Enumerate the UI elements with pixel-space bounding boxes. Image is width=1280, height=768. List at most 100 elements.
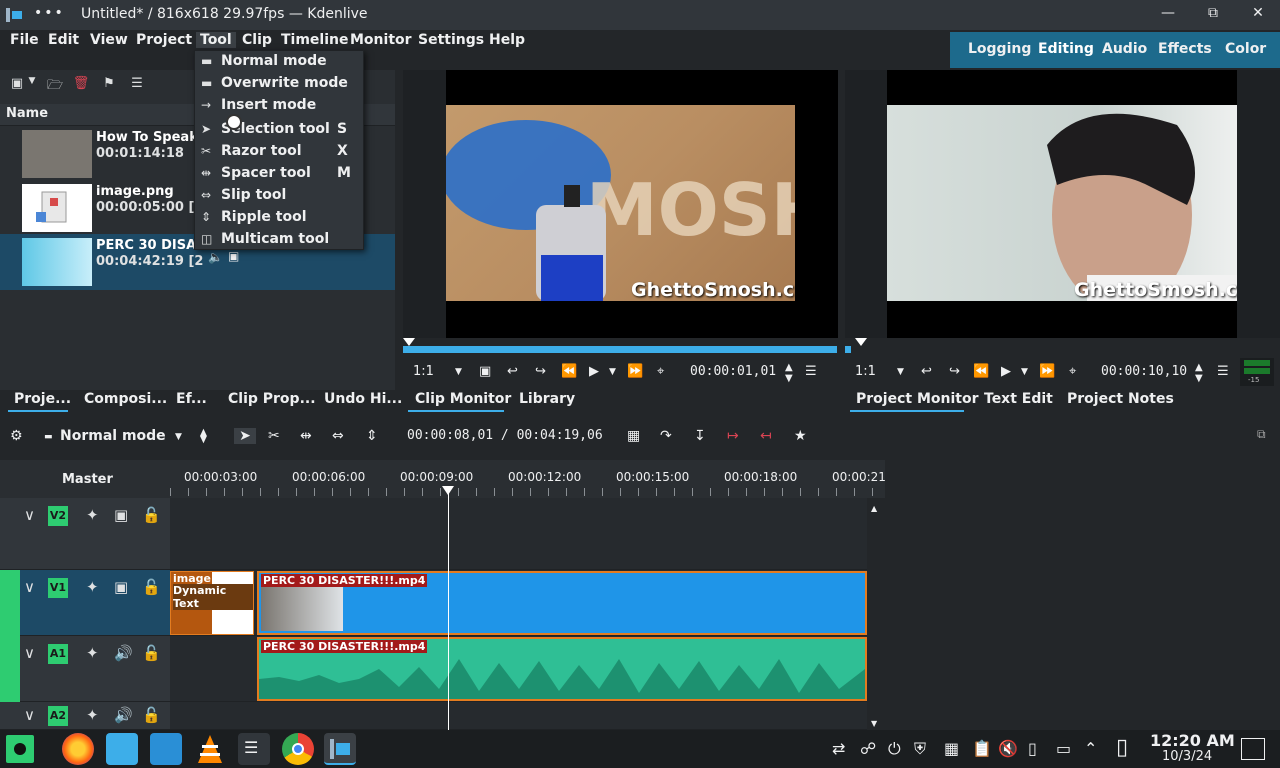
selection-tool-icon[interactable]: ➤ <box>234 428 256 444</box>
collapse-icon[interactable]: ∨ <box>24 506 35 524</box>
timeline-position[interactable]: 00:00:08,01 / 00:04:19,06 <box>407 428 603 443</box>
chevron-down-icon[interactable]: ▼ <box>897 367 904 377</box>
folder-icon[interactable]: 🗁 <box>46 76 64 94</box>
menu-file[interactable]: File <box>10 32 39 48</box>
restore-panel-icon[interactable]: ⧉ <box>1257 427 1266 442</box>
battery-icon[interactable]: ▯ <box>1028 739 1037 758</box>
video-clip[interactable]: PERC 30 DISASTER!!!.mp4 <box>257 571 867 635</box>
menu-project[interactable]: Project <box>136 32 192 48</box>
track-name-badge[interactable]: V1 <box>48 578 68 598</box>
ripple-tool-icon[interactable]: ⇕ <box>366 428 378 444</box>
track-name-badge[interactable]: A2 <box>48 706 68 726</box>
project-zone-bar[interactable] <box>845 346 851 353</box>
snap-icon[interactable]: ⧫ <box>200 428 207 444</box>
task-icon[interactable]: ▦ <box>944 739 959 758</box>
lock-icon[interactable]: 🔓 <box>142 506 161 524</box>
file-manager-icon[interactable] <box>106 733 138 765</box>
track-header-v1[interactable]: ∨ V1 ✦ ▣ 🔓 <box>20 570 170 636</box>
speaker-icon[interactable]: 🔊 <box>114 644 133 662</box>
menu-item-slip-tool[interactable]: ⇔ Slip tool <box>195 185 365 207</box>
lock-icon[interactable]: 🔓 <box>142 578 161 596</box>
speaker-icon[interactable]: 🔊 <box>114 706 133 724</box>
window-dots[interactable]: ••• <box>34 5 65 21</box>
chevron-down-icon[interactable]: ▼ <box>26 76 38 94</box>
slip-tool-icon[interactable]: ⇔ <box>332 428 344 444</box>
track-name-badge[interactable]: A1 <box>48 644 68 664</box>
menu-edit[interactable]: Edit <box>48 32 79 48</box>
spacer-tool-icon[interactable]: ⇹ <box>300 428 312 444</box>
chrome-icon[interactable] <box>282 733 314 765</box>
vlc-icon[interactable] <box>194 733 226 765</box>
tab-clip-monitor[interactable]: Clip Monitor <box>415 391 511 407</box>
project-zoom-select[interactable]: 1:1 <box>855 364 876 379</box>
project-playhead-marker[interactable] <box>855 338 867 346</box>
play-icon[interactable]: ▶ <box>589 364 599 379</box>
phone-icon[interactable]: ▯ <box>1116 735 1128 760</box>
collapse-icon[interactable]: ∨ <box>24 706 35 724</box>
project-timecode[interactable]: 00:00:10,10 <box>1101 364 1187 379</box>
set-out-icon[interactable]: ↪ <box>535 364 546 379</box>
display-icon[interactable]: ▭ <box>1056 739 1071 758</box>
chevron-down-icon[interactable]: ▼ <box>1021 367 1028 377</box>
menu-tool[interactable]: Tool <box>196 32 236 48</box>
lift-icon[interactable]: ↦ <box>727 428 739 444</box>
menu-view[interactable]: View <box>90 32 128 48</box>
clip-zone-bar[interactable] <box>403 346 837 353</box>
menu-item-overwrite-mode[interactable]: ▬ Overwrite mode <box>195 73 365 95</box>
track-header-a1[interactable]: ∨ A1 ✦ 🔊 🔓 <box>20 636 170 702</box>
effect-wand-icon[interactable]: ✦ <box>86 506 99 524</box>
video-toggle-icon[interactable]: ▣ <box>114 506 128 524</box>
set-in-icon[interactable]: ↩ <box>921 364 932 379</box>
track-target-indicator[interactable] <box>0 570 20 636</box>
razor-tool-icon[interactable]: ✂ <box>268 428 280 444</box>
tab-project-monitor[interactable]: Project Monitor <box>856 391 978 407</box>
collapse-icon[interactable]: ∨ <box>24 578 35 596</box>
playhead-handle[interactable] <box>442 486 454 495</box>
lock-icon[interactable]: 🔓 <box>142 644 161 662</box>
scroll-down-icon[interactable]: ▼ <box>871 719 877 728</box>
layout-logging[interactable]: Logging <box>968 41 1031 57</box>
clip-monitor[interactable]: MOSH GhettoSmosh.com <box>403 70 838 338</box>
monitor-menu-icon[interactable]: ☰ <box>805 364 817 379</box>
timeline-playhead[interactable] <box>448 486 449 730</box>
track-lane-v2[interactable] <box>170 498 867 570</box>
overwrite-icon[interactable]: ↧ <box>694 428 706 444</box>
set-in-icon[interactable]: ↩ <box>507 364 518 379</box>
clipboard-icon[interactable]: 📋 <box>972 739 992 758</box>
rewind-icon[interactable]: ⏪ <box>973 364 989 379</box>
lock-icon[interactable]: 🔓 <box>142 706 161 724</box>
collapse-icon[interactable]: ∨ <box>24 644 35 662</box>
menu-item-selection-tool[interactable]: ➤ Selection tool S <box>195 119 365 141</box>
crop-icon[interactable]: ⌖ <box>1069 364 1076 379</box>
effect-wand-icon[interactable]: ✦ <box>86 706 99 724</box>
tab-compositions[interactable]: Composi... <box>84 391 167 407</box>
insert-icon[interactable]: ↷ <box>660 428 672 444</box>
firefox-icon[interactable] <box>62 733 94 765</box>
chevron-down-icon[interactable]: ▼ <box>455 367 462 377</box>
extract-icon[interactable]: ↤ <box>760 428 772 444</box>
connect-icon[interactable]: ☍ <box>860 739 876 758</box>
track-name-badge[interactable]: V2 <box>48 506 68 526</box>
timeline-scrollbar[interactable]: ▲ ▼ <box>867 498 885 730</box>
bin-menu-icon[interactable]: ☰ <box>128 76 146 94</box>
software-center-icon[interactable] <box>150 733 182 765</box>
rewind-icon[interactable]: ⏪ <box>561 364 577 379</box>
track-settings-icon[interactable]: ⚙ <box>10 428 23 444</box>
track-header-v2[interactable]: ∨ V2 ✦ ▣ 🔓 <box>0 498 170 570</box>
kdenlive-task-icon[interactable] <box>324 733 356 765</box>
project-monitor-ruler[interactable] <box>845 338 1235 356</box>
tab-clip-properties[interactable]: Clip Prop... <box>228 391 316 407</box>
spin-icon[interactable]: ▲ ▼ <box>785 362 793 384</box>
scroll-up-icon[interactable]: ▲ <box>871 504 877 513</box>
menu-help[interactable]: Help <box>489 32 525 48</box>
set-out-icon[interactable]: ↪ <box>949 364 960 379</box>
effect-wand-icon[interactable]: ✦ <box>86 578 99 596</box>
close-icon[interactable]: ✕ <box>1248 5 1268 25</box>
show-desktop-icon[interactable] <box>1241 738 1265 760</box>
chevron-up-icon[interactable]: ⌃ <box>1084 739 1097 758</box>
layout-color[interactable]: Color <box>1225 41 1266 57</box>
track-header-a2[interactable]: ∨ A2 ✦ 🔊 🔓 <box>0 702 170 730</box>
track-target-indicator[interactable] <box>0 636 20 702</box>
power-icon[interactable]: ⏻ <box>888 739 901 759</box>
tab-project-bin[interactable]: Proje... <box>14 391 71 407</box>
